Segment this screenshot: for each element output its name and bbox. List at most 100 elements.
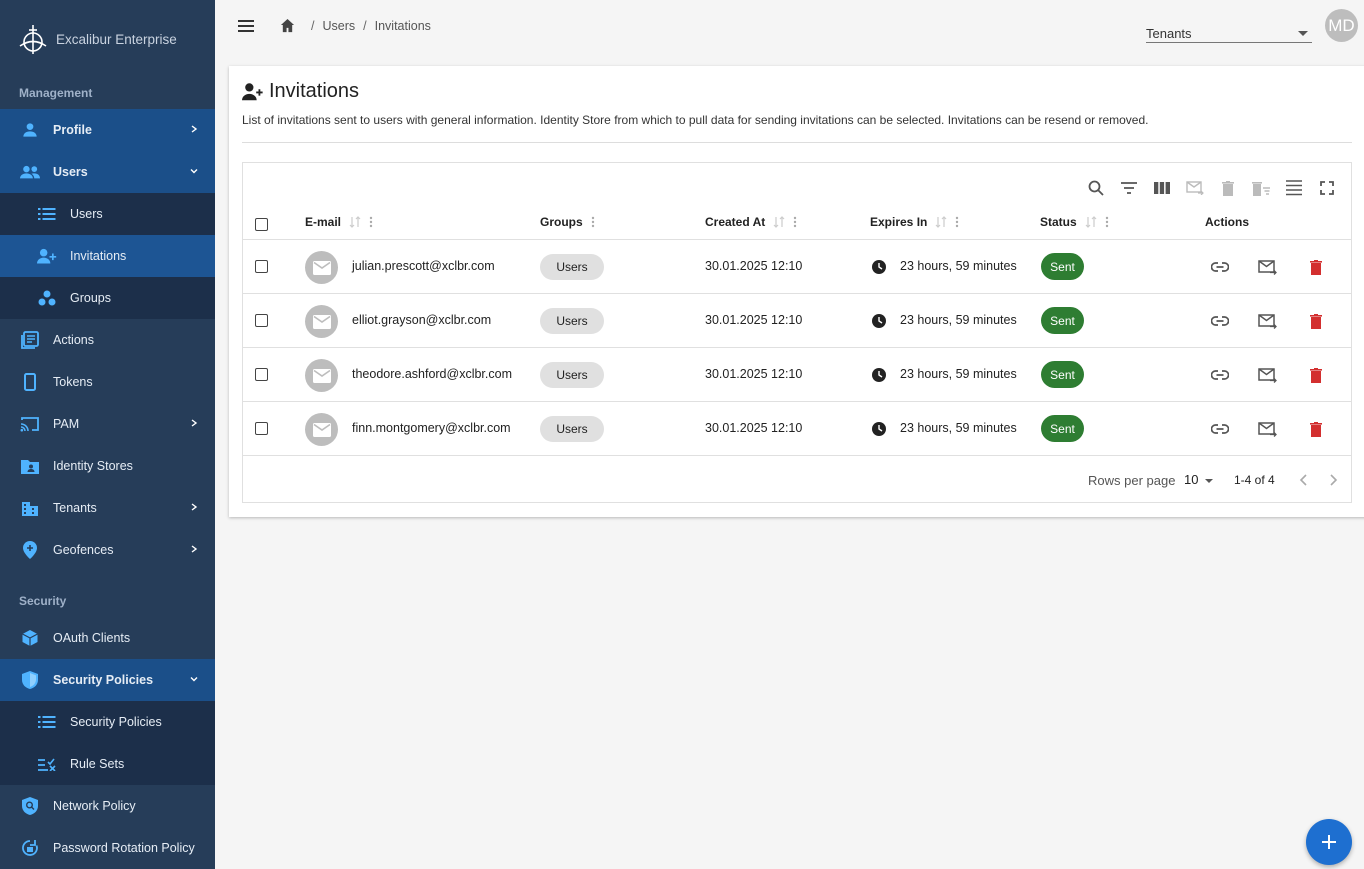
- column-menu-icon[interactable]: [955, 216, 959, 228]
- columns-icon[interactable]: [1152, 178, 1172, 198]
- shield-search-icon: [19, 795, 41, 817]
- row-email: elliot.grayson@xclbr.com: [352, 313, 492, 327]
- location-pin-icon: [19, 539, 41, 561]
- column-label: Groups: [540, 215, 583, 229]
- sidebar-item-rule-sets[interactable]: Rule Sets: [0, 743, 215, 785]
- resend-mail-icon[interactable]: [1185, 178, 1205, 198]
- clock-icon: [872, 314, 886, 328]
- groups-icon: [36, 287, 58, 309]
- user-avatar[interactable]: MD: [1325, 9, 1358, 42]
- filter-icon[interactable]: [1119, 178, 1139, 198]
- delete-icon[interactable]: [1305, 256, 1327, 278]
- copy-link-icon[interactable]: [1209, 364, 1231, 386]
- row-checkbox[interactable]: [255, 422, 268, 435]
- breadcrumb-users[interactable]: Users: [322, 19, 355, 33]
- column-menu-icon[interactable]: [591, 216, 595, 228]
- resend-mail-icon[interactable]: [1256, 364, 1278, 386]
- cube-icon: [19, 627, 41, 649]
- sidebar-item-label: Actions: [53, 333, 94, 347]
- sidebar-item-label: Rule Sets: [70, 757, 125, 771]
- column-label: E-mail: [305, 215, 342, 229]
- section-title-management: Management: [19, 86, 93, 100]
- sidebar-item-label: Security Policies: [70, 715, 162, 729]
- sidebar-item-geofences[interactable]: Geofences: [0, 529, 215, 571]
- copy-link-icon[interactable]: [1209, 256, 1231, 278]
- group-chip: Users: [540, 416, 604, 442]
- table-row[interactable]: finn.montgomery@xclbr.com Users 30.01.20…: [243, 402, 1351, 456]
- row-email: theodore.ashford@xclbr.com: [352, 367, 512, 381]
- brand[interactable]: Excalibur Enterprise: [0, 0, 215, 78]
- status-badge: Sent: [1041, 253, 1084, 280]
- delete-icon[interactable]: [1305, 364, 1327, 386]
- row-checkbox[interactable]: [255, 368, 268, 381]
- sidebar-item-pam[interactable]: PAM: [0, 403, 215, 445]
- sidebar-item-security-policies[interactable]: Security Policies: [0, 659, 215, 701]
- sidebar-item-label: Profile: [53, 123, 92, 137]
- previous-page-icon[interactable]: [1296, 472, 1312, 488]
- sidebar-item-groups[interactable]: Groups: [0, 277, 215, 319]
- home-icon[interactable]: [280, 18, 295, 33]
- page-title-text: Invitations: [269, 80, 360, 102]
- sidebar-item-tenants[interactable]: Tenants: [0, 487, 215, 529]
- folder-person-icon: [19, 455, 41, 477]
- column-header-created-at[interactable]: Created At: [705, 215, 797, 229]
- column-menu-icon[interactable]: [1105, 216, 1109, 228]
- sidebar-item-label: Geofences: [53, 543, 114, 557]
- delete-filtered-icon[interactable]: [1251, 178, 1271, 198]
- sidebar-item-users-list[interactable]: Users: [0, 193, 215, 235]
- sort-icon[interactable]: [935, 216, 947, 228]
- section-title-security: Security: [19, 594, 67, 608]
- column-header-groups[interactable]: Groups: [540, 215, 595, 229]
- dropdown-caret-icon[interactable]: [1205, 479, 1213, 483]
- column-header-status[interactable]: Status: [1040, 215, 1109, 229]
- table-row[interactable]: theodore.ashford@xclbr.com Users 30.01.2…: [243, 348, 1351, 402]
- excalibur-logo-icon: [19, 25, 47, 54]
- add-invitation-button[interactable]: [1306, 819, 1352, 865]
- tenants-select-value: Tenants: [1146, 26, 1192, 41]
- search-icon[interactable]: [1086, 178, 1106, 198]
- copy-link-icon[interactable]: [1209, 310, 1231, 332]
- column-header-expires-in[interactable]: Expires In: [870, 215, 959, 229]
- select-all-checkbox[interactable]: [255, 218, 268, 231]
- rows-per-page-select[interactable]: 10: [1184, 472, 1198, 487]
- delete-icon[interactable]: [1305, 418, 1327, 440]
- resend-mail-icon[interactable]: [1256, 256, 1278, 278]
- fullscreen-icon[interactable]: [1317, 178, 1337, 198]
- hamburger-menu-icon[interactable]: [237, 17, 255, 35]
- copy-link-icon[interactable]: [1209, 418, 1231, 440]
- sort-icon[interactable]: [773, 216, 785, 228]
- sort-icon[interactable]: [1085, 216, 1097, 228]
- sidebar-item-password-rotation-policy[interactable]: Password Rotation Policy: [0, 827, 215, 869]
- sort-icon[interactable]: [349, 216, 361, 228]
- column-header-email[interactable]: E-mail: [305, 215, 373, 229]
- sidebar-item-actions[interactable]: Actions: [0, 319, 215, 361]
- resend-mail-icon[interactable]: [1256, 310, 1278, 332]
- dropdown-caret-icon: [1298, 31, 1308, 36]
- resend-mail-icon[interactable]: [1256, 418, 1278, 440]
- sidebar-item-identity-stores[interactable]: Identity Stores: [0, 445, 215, 487]
- row-created-at: 30.01.2025 12:10: [705, 313, 803, 327]
- sidebar-item-tokens[interactable]: Tokens: [0, 361, 215, 403]
- invitations-table: E-mail Groups Created At Expires In Stat…: [242, 162, 1352, 503]
- column-menu-icon[interactable]: [793, 216, 797, 228]
- table-row[interactable]: elliot.grayson@xclbr.com Users 30.01.202…: [243, 294, 1351, 348]
- row-created-at: 30.01.2025 12:10: [705, 367, 803, 381]
- status-badge: Sent: [1041, 415, 1084, 442]
- row-checkbox[interactable]: [255, 314, 268, 327]
- sidebar-item-users[interactable]: Users: [0, 151, 215, 193]
- next-page-icon[interactable]: [1325, 472, 1341, 488]
- density-icon[interactable]: [1284, 178, 1304, 198]
- table-pagination: Rows per page 10 1-4 of 4: [243, 458, 1351, 502]
- sidebar-item-network-policy[interactable]: Network Policy: [0, 785, 215, 827]
- column-menu-icon[interactable]: [369, 216, 373, 228]
- sidebar-item-security-policies-list[interactable]: Security Policies: [0, 701, 215, 743]
- sidebar-item-oauth-clients[interactable]: OAuth Clients: [0, 617, 215, 659]
- table-row[interactable]: julian.prescott@xclbr.com Users 30.01.20…: [243, 240, 1351, 294]
- row-checkbox[interactable]: [255, 260, 268, 273]
- tenants-select[interactable]: Tenants: [1146, 22, 1312, 43]
- delete-icon[interactable]: [1305, 310, 1327, 332]
- sidebar-item-invitations[interactable]: Invitations: [0, 235, 215, 277]
- sidebar-item-profile[interactable]: Profile: [0, 109, 215, 151]
- delete-icon[interactable]: [1218, 178, 1238, 198]
- topbar: / Users / Invitations Tenants MD: [215, 0, 1364, 56]
